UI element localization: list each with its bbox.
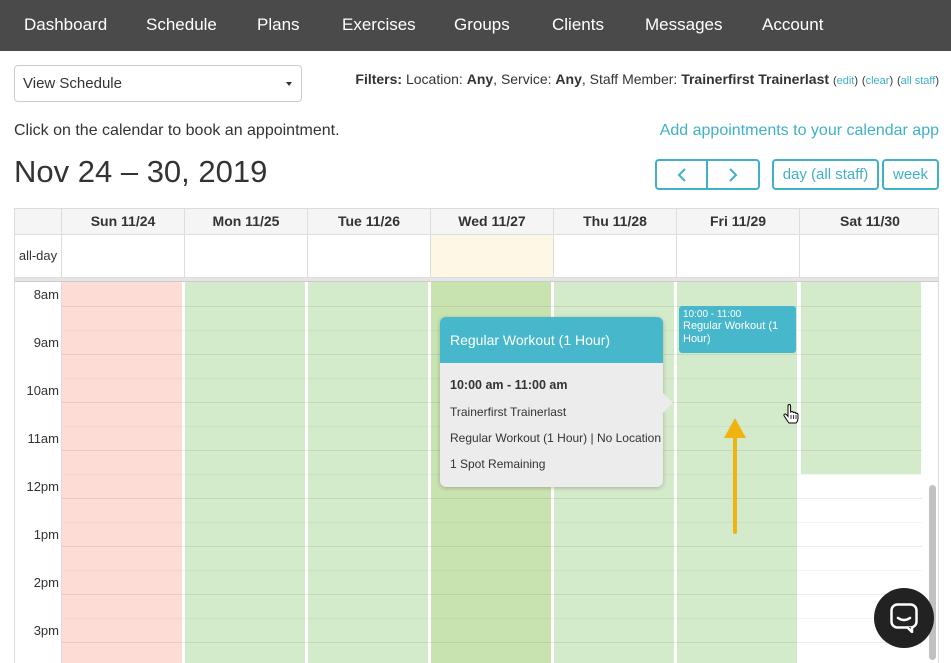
nav-plans[interactable]: Plans xyxy=(257,0,300,51)
calendar-scrollbar[interactable] xyxy=(929,485,936,660)
time-label-12pm: 12pm xyxy=(26,479,59,494)
nav-messages[interactable]: Messages xyxy=(645,0,722,51)
filter-edit-link[interactable]: edit xyxy=(837,75,855,87)
popover-staff: Trainerfirst Trainerlast xyxy=(450,405,567,419)
allday-cell-wed[interactable] xyxy=(431,235,554,277)
nav-schedule[interactable]: Schedule xyxy=(146,0,217,51)
day-header-thu: Thu 11/28 xyxy=(554,209,677,235)
week-view-button[interactable]: week xyxy=(882,159,939,190)
popover-title: Regular Workout (1 Hour) xyxy=(440,317,663,363)
time-label-2pm: 2pm xyxy=(33,575,59,590)
allday-row: all-day xyxy=(15,235,938,278)
top-nav: Dashboard Schedule Plans Exercises Group… xyxy=(0,0,951,51)
nav-account[interactable]: Account xyxy=(762,0,823,51)
appointment-popover: Regular Workout (1 Hour) 10:00 am - 11:0… xyxy=(440,317,673,487)
nav-exercises[interactable]: Exercises xyxy=(342,0,416,51)
filter-location-value: Any xyxy=(466,71,494,87)
filter-staff-label: Staff Member: xyxy=(589,71,678,87)
allday-cell-thu[interactable] xyxy=(554,235,677,277)
calendar-app-link[interactable]: Add appointments to your calendar app xyxy=(660,122,939,140)
nav-groups[interactable]: Groups xyxy=(454,0,510,51)
time-label-11am: 11am xyxy=(27,431,59,446)
prev-week-button[interactable] xyxy=(655,159,708,190)
time-label-3pm: 3pm xyxy=(33,623,59,638)
filter-staff-value: Trainerfirst Trainerlast xyxy=(681,71,830,87)
day-header-sat: Sat 11/30 xyxy=(800,209,938,235)
filter-clear-link[interactable]: clear xyxy=(866,75,890,87)
popover-details: Regular Workout (1 Hour) | No Location xyxy=(450,431,661,445)
hand-pointer-icon xyxy=(783,404,799,424)
filters-label: Filters: xyxy=(355,71,403,87)
date-range-title: Nov 24 – 30, 2019 xyxy=(14,154,268,189)
chevron-right-icon xyxy=(729,168,738,182)
view-select[interactable]: View Schedule xyxy=(14,65,302,102)
next-week-button[interactable] xyxy=(706,159,760,190)
allday-cell-mon[interactable] xyxy=(185,235,308,277)
chevron-left-icon xyxy=(677,168,686,182)
day-header-mon: Mon 11/25 xyxy=(185,209,308,235)
day-column-tue[interactable] xyxy=(308,282,430,663)
chat-launcher-button[interactable] xyxy=(874,588,934,648)
filter-service-label: Service: xyxy=(500,71,552,87)
event-time: 10:00 - 11:00 xyxy=(683,309,742,320)
allday-cell-fri[interactable] xyxy=(677,235,800,277)
event-title: Regular Workout (1 Hour) xyxy=(683,320,779,345)
booking-hint: Click on the calendar to book an appoint… xyxy=(14,122,340,139)
up-arrow-annotation xyxy=(724,418,746,534)
allday-cell-sat[interactable] xyxy=(800,235,938,277)
day-column-sun[interactable] xyxy=(62,282,184,663)
view-select-value: View Schedule xyxy=(23,75,122,92)
filter-service-value: Any xyxy=(555,71,582,87)
header-gutter xyxy=(15,209,62,235)
nav-dashboard[interactable]: Dashboard xyxy=(24,0,107,51)
nav-clients[interactable]: Clients xyxy=(552,0,604,51)
filter-all-staff-link[interactable]: all staff xyxy=(901,75,936,87)
day-column-mon[interactable] xyxy=(185,282,307,663)
time-label-8am: 8am xyxy=(33,287,59,302)
day-all-staff-button[interactable]: day (all staff) xyxy=(772,159,879,190)
allday-cell-tue[interactable] xyxy=(308,235,431,277)
caret-down-icon xyxy=(286,82,292,86)
time-label-9am: 9am xyxy=(33,335,59,350)
chat-bubble-icon xyxy=(890,603,918,633)
popover-pointer xyxy=(663,393,673,413)
filter-location-label: Location: xyxy=(405,71,463,87)
allday-label: all-day xyxy=(15,235,62,277)
allday-cell-sun[interactable] xyxy=(62,235,185,277)
time-label-10am: 10am xyxy=(26,383,59,398)
time-label-1pm: 1pm xyxy=(33,527,59,542)
popover-time: 10:00 am - 11:00 am xyxy=(450,378,568,392)
day-header-fri: Fri 11/29 xyxy=(677,209,800,235)
day-header-sun: Sun 11/24 xyxy=(62,209,185,235)
appointment-event[interactable]: 10:00 - 11:00 Regular Workout (1 Hour) xyxy=(679,306,796,353)
popover-spots: 1 Spot Remaining xyxy=(450,457,546,471)
day-header-wed: Wed 11/27 xyxy=(431,209,554,235)
day-header-tue: Tue 11/26 xyxy=(308,209,431,235)
filters-summary: Filters: Location: Any, Service: Any, St… xyxy=(355,71,939,87)
